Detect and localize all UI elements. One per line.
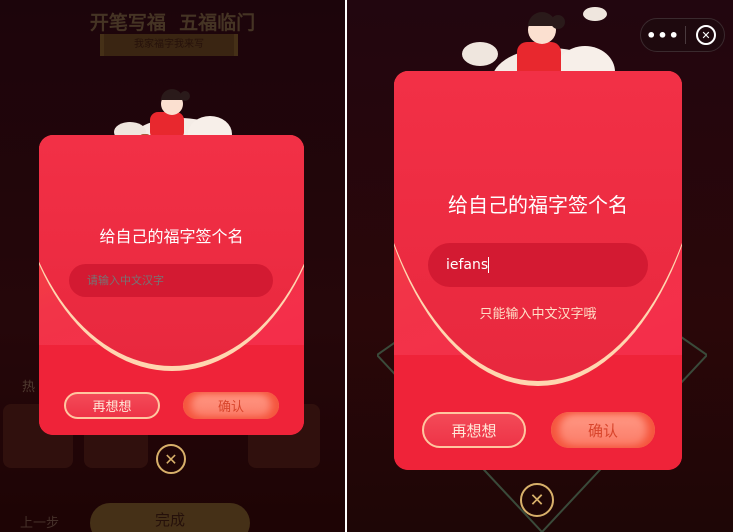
more-dots-icon[interactable]: ••• <box>641 26 685 45</box>
cancel-button[interactable]: 再想想 <box>422 412 526 448</box>
left-screen: 开笔写福 五福临门 我家福字我来写 热 上一步 完成 给自己的福字签个名 再想想… <box>0 0 345 532</box>
close-dialog-button[interactable]: ✕ <box>520 483 554 517</box>
name-dialog: 给自己的福字签个名 再想想 确认 <box>39 135 304 435</box>
input-value: iefans <box>446 257 489 273</box>
close-dialog-button[interactable]: ✕ <box>156 444 186 474</box>
capsule-menu: ••• ✕ <box>640 18 725 52</box>
name-input[interactable]: iefans <box>428 243 648 287</box>
right-screen: ••• ✕ 给自己的福字签个名 iefans 只能输入中文汉字哦 再想想 确认 … <box>347 0 733 532</box>
name-dialog: 给自己的福字签个名 iefans 只能输入中文汉字哦 再想想 确认 <box>394 71 682 470</box>
cancel-button[interactable]: 再想想 <box>64 392 160 419</box>
close-circle-icon[interactable]: ✕ <box>696 25 716 45</box>
dialog-title: 给自己的福字签个名 <box>448 193 628 217</box>
close-icon: ✕ <box>529 489 545 511</box>
confirm-button[interactable]: 确认 <box>551 412 655 448</box>
dialog-title: 给自己的福字签个名 <box>99 227 244 246</box>
name-input[interactable] <box>69 264 273 297</box>
close-icon: ✕ <box>164 449 178 469</box>
capsule-divider <box>685 26 686 44</box>
error-message: 只能输入中文汉字哦 <box>479 307 597 322</box>
confirm-button[interactable]: 确认 <box>183 392 279 419</box>
text-cursor <box>488 257 490 273</box>
